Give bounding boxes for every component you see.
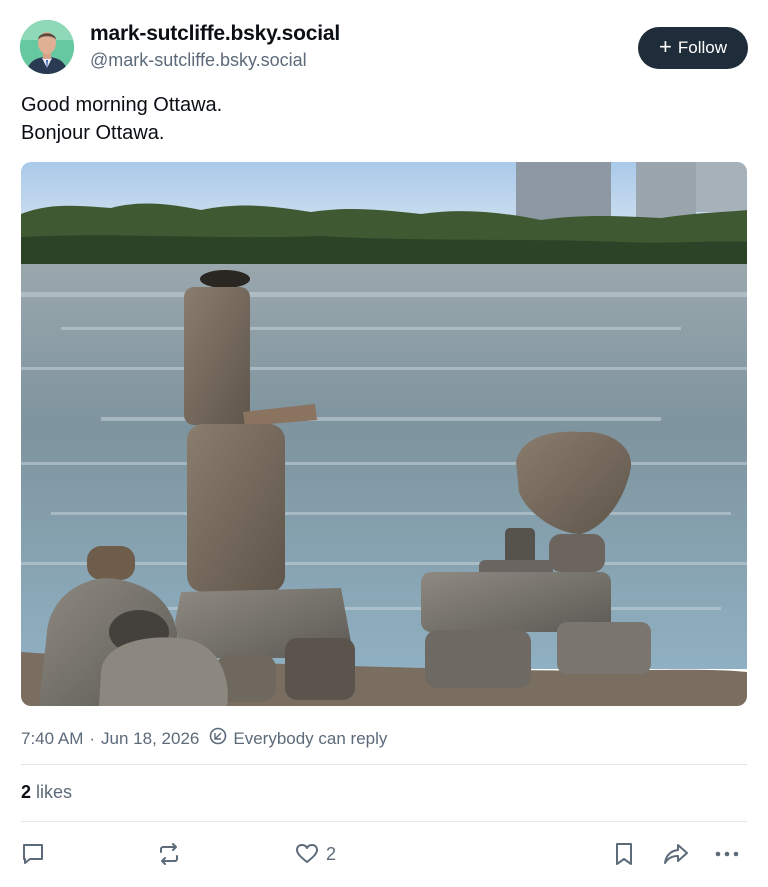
post-text-line: Good morning Ottawa. xyxy=(21,94,223,116)
reply-button[interactable] xyxy=(20,838,46,870)
post-text-line: Bonjour Ottawa. xyxy=(21,122,165,144)
divider xyxy=(21,821,747,822)
divider xyxy=(21,764,747,765)
post-image[interactable] xyxy=(21,162,747,706)
share-icon xyxy=(662,841,690,867)
like-count: 2 xyxy=(326,843,337,864)
repost-icon xyxy=(156,841,182,867)
comment-icon xyxy=(20,841,46,867)
like-button[interactable]: 2 xyxy=(294,838,336,870)
reply-setting-label: Everybody can reply xyxy=(233,728,388,748)
follow-button[interactable]: + Follow xyxy=(638,27,748,69)
repost-button[interactable] xyxy=(156,838,182,870)
bookmark-button[interactable] xyxy=(612,838,636,870)
likes-number: 2 xyxy=(21,782,32,802)
reply-setting[interactable]: Everybody can reply xyxy=(209,727,387,750)
bookmark-icon xyxy=(612,841,636,867)
post-meta: 7:40 AM · Jun 18, 2026 Everybody can rep… xyxy=(21,727,387,750)
more-button[interactable] xyxy=(714,838,740,870)
avatar[interactable] xyxy=(20,20,74,74)
likes-count[interactable]: 2 likes xyxy=(21,782,72,803)
more-icon xyxy=(714,841,740,867)
author-handle[interactable]: @mark-sutcliffe.bsky.social xyxy=(90,50,307,71)
meta-separator: · xyxy=(89,728,96,748)
post-date[interactable]: Jun 18, 2026 xyxy=(101,729,199,749)
author-display-name[interactable]: mark-sutcliffe.bsky.social xyxy=(90,22,340,46)
heart-icon xyxy=(294,841,320,867)
post-text: Good morning Ottawa. Bonjour Ottawa. xyxy=(21,91,222,147)
post-card: mark-sutcliffe.bsky.social @mark-sutclif… xyxy=(0,0,768,887)
plus-icon: + xyxy=(659,34,672,59)
likes-label: likes xyxy=(36,782,73,802)
reply-setting-icon xyxy=(209,727,227,750)
share-button[interactable] xyxy=(662,838,690,870)
post-time[interactable]: 7:40 AM xyxy=(21,729,83,749)
follow-button-label: Follow xyxy=(677,38,727,57)
